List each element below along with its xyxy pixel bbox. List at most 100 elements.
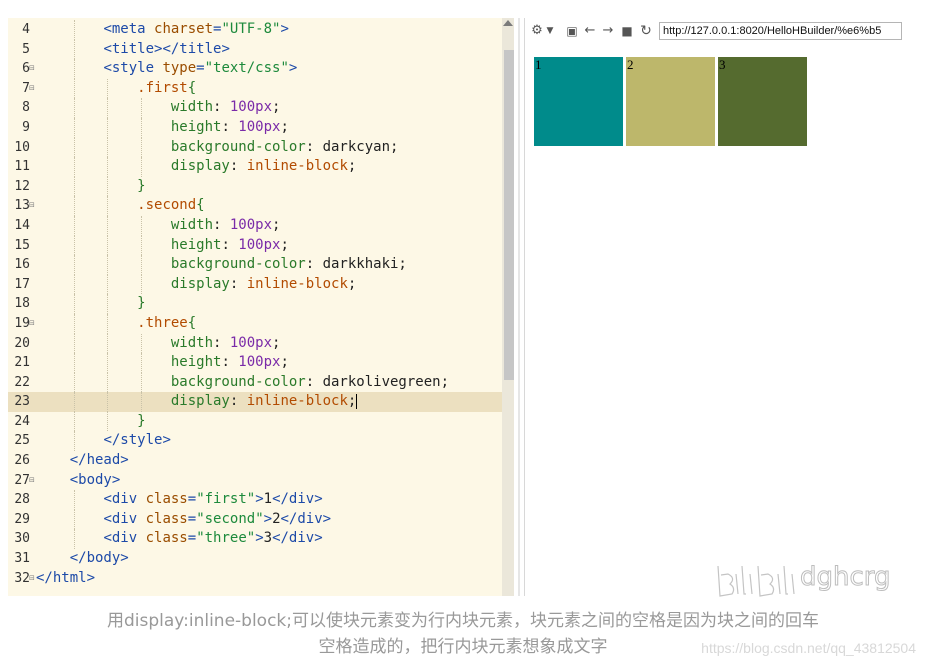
browser-toolbar: ⚙ ▼ ▣ ← → ■ ↻ http://127.0.0.1:8020/Hell… <box>528 20 902 42</box>
code-token: width <box>170 334 214 351</box>
code-token: px <box>255 99 273 116</box>
code-text: <div class="three">3</div> <box>36 529 322 549</box>
code-text: .first{ <box>36 79 196 99</box>
code-line[interactable]: 15 height: 100px; <box>8 235 502 256</box>
code-token: : <box>221 236 239 253</box>
code-line[interactable]: 7 ⊟ .first{ <box>8 78 502 99</box>
code-token: ; <box>272 99 281 116</box>
code-token: "second" <box>196 510 264 527</box>
code-line[interactable]: 20 width: 100px; <box>8 333 502 354</box>
code-line[interactable]: 27 ⊟ <body> <box>8 471 502 491</box>
code-line[interactable]: 30 <div class="three">3</div> <box>8 529 502 550</box>
code-line[interactable]: 5 <title></title> <box>8 39 502 60</box>
code-token: 100 <box>238 236 264 253</box>
code-line[interactable]: 6 ⊟ <style type="text/css"> <box>8 59 502 79</box>
caption-line-1: 用display:inline-block;可以使块元素变为行内块元素，块元素之… <box>107 611 819 631</box>
line-number: 20 <box>14 335 30 351</box>
code-line[interactable]: 18 } <box>8 294 502 314</box>
code-text: <div class="second">2</div> <box>36 510 331 530</box>
code-token: = <box>187 530 197 547</box>
line-number: 19 <box>14 315 30 331</box>
code-line[interactable]: 21 height: 100px; <box>8 353 502 373</box>
code-token: "text/css" <box>204 60 289 77</box>
code-text: </head> <box>36 451 129 471</box>
code-line[interactable]: 25 </style> <box>8 431 502 452</box>
code-line[interactable]: 12 } <box>8 176 502 197</box>
code-line[interactable]: 4 <meta charset="UTF-8"> <box>8 20 502 40</box>
line-number: 26 <box>14 453 30 469</box>
code-token: ; <box>280 236 289 253</box>
settings-icon[interactable]: ⚙ <box>530 22 544 40</box>
forward-icon[interactable]: → <box>600 22 616 40</box>
stop-icon[interactable]: ■ <box>620 22 634 40</box>
code-line[interactable]: 23 display: inline-block; <box>8 392 502 412</box>
code-line[interactable]: 29 <div class="second">2</div> <box>8 509 502 530</box>
scroll-up-arrow-icon[interactable] <box>503 20 513 26</box>
code-token: 1 <box>263 491 273 508</box>
line-number: 11 <box>14 159 30 175</box>
editor-scrollbar[interactable] <box>502 18 514 596</box>
code-editor[interactable]: 4 <meta charset="UTF-8"> 5 <title></title… <box>8 18 514 596</box>
code-token: <div <box>103 491 146 508</box>
line-number: 5 <box>22 41 30 57</box>
pane-border <box>524 18 525 596</box>
code-token: > <box>255 530 264 547</box>
line-number: 12 <box>14 178 30 194</box>
code-line[interactable]: 13 ⊟ .second{ <box>8 196 502 216</box>
code-token: } <box>137 295 146 312</box>
preview-box-first: 1 <box>534 57 623 146</box>
line-number: 31 <box>14 551 30 567</box>
line-number: 30 <box>14 531 30 547</box>
code-token: class <box>145 530 188 547</box>
back-icon[interactable]: ← <box>582 22 598 40</box>
dropdown-icon[interactable]: ▼ <box>545 22 555 40</box>
code-token: .second <box>137 197 197 214</box>
console-icon[interactable]: ▣ <box>564 22 580 40</box>
code-token: display <box>170 275 230 292</box>
reload-icon[interactable]: ↻ <box>638 22 654 40</box>
code-token: { <box>196 197 205 214</box>
code-token: <title></title> <box>103 40 230 57</box>
code-line[interactable]: 17 display: inline-block; <box>8 274 502 295</box>
code-text: <meta charset="UTF-8"> <box>36 20 288 40</box>
line-number: 29 <box>14 511 30 527</box>
code-text: <style type="text/css"> <box>36 59 297 79</box>
line-number: 7 <box>22 80 30 96</box>
code-token: <style <box>103 60 163 77</box>
code-line[interactable]: 11 display: inline-block; <box>8 157 502 177</box>
source-url-watermark: https://blog.csdn.net/qq_43812504 <box>701 640 916 656</box>
pane-divider[interactable] <box>518 18 520 596</box>
code-token: = <box>187 510 197 527</box>
code-line[interactable]: 9 height: 100px; <box>8 117 502 138</box>
code-line[interactable]: 8 width: 100px; <box>8 98 502 118</box>
code-line[interactable]: 32 ⊟ </html> <box>8 569 502 589</box>
code-token: : <box>213 99 230 116</box>
code-token: display <box>170 158 230 175</box>
screenshot: 4 <meta charset="UTF-8"> 5 <title></title… <box>0 0 926 600</box>
code-line[interactable]: 22 background-color: darkolivegreen; <box>8 372 502 393</box>
code-token: 2 <box>272 510 281 527</box>
code-line[interactable]: 14 width: 100px; <box>8 215 502 236</box>
code-line[interactable]: 10 background-color: darkcyan; <box>8 137 502 158</box>
code-line[interactable]: 31 </body> <box>8 549 502 569</box>
code-line[interactable]: 19 ⊟ .three{ <box>8 313 502 334</box>
url-input[interactable]: http://127.0.0.1:8020/HelloHBuilder/%e6%… <box>659 22 902 40</box>
code-token: : darkolivegreen; <box>305 373 450 390</box>
code-text: background-color: darkcyan; <box>36 138 399 158</box>
code-line[interactable]: 24 } <box>8 411 502 432</box>
code-token: .first <box>137 79 188 96</box>
code-token: ; <box>347 275 357 292</box>
code-line[interactable]: 26 </head> <box>8 451 502 471</box>
code-token: 100 <box>238 118 264 135</box>
preview-box-second: 2 <box>626 57 715 146</box>
code-token: inline-block <box>246 158 348 175</box>
line-number: 18 <box>14 296 30 312</box>
code-token: ; <box>272 334 281 351</box>
code-token: charset <box>154 21 214 37</box>
code-line[interactable]: 28 <div class="first">1</div> <box>8 490 502 510</box>
scrollbar-thumb[interactable] <box>504 50 514 380</box>
box-label: 1 <box>535 57 542 72</box>
code-token: <div <box>103 530 146 547</box>
code-line[interactable]: 16 background-color: darkkhaki; <box>8 255 502 275</box>
code-token: ; <box>272 216 281 233</box>
